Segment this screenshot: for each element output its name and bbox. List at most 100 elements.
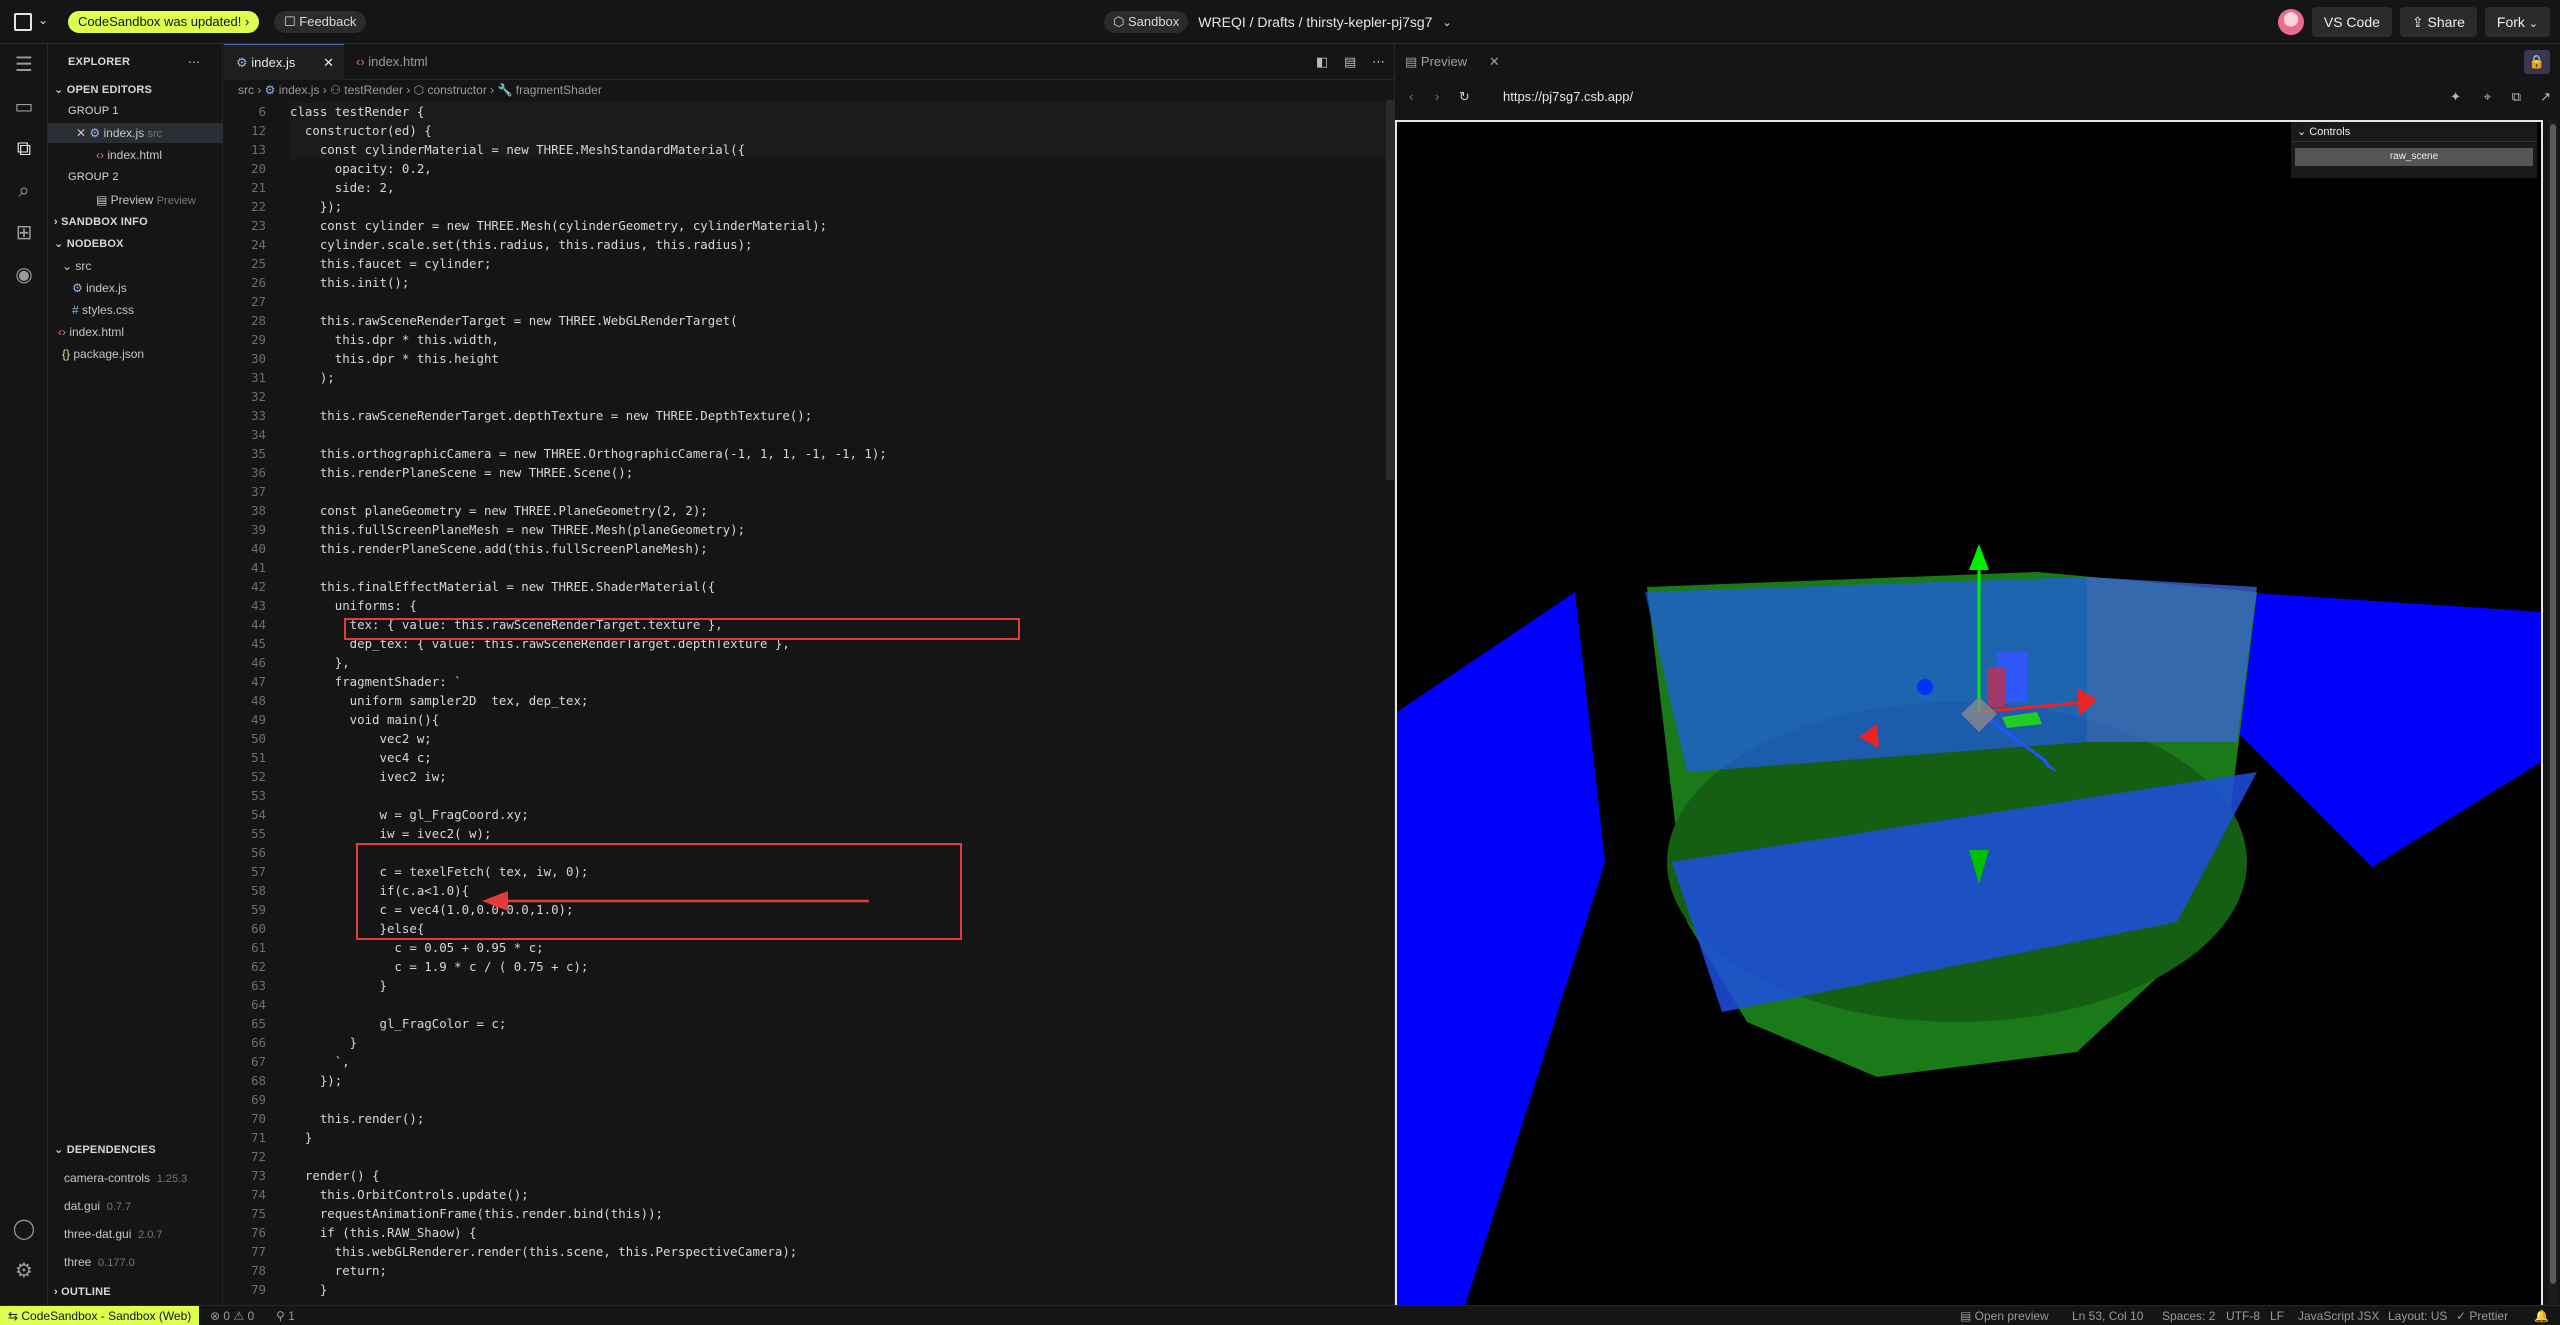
tab-preview[interactable]: ▤ Preview ✕: [1405, 44, 1500, 80]
breadcrumb-item[interactable]: fragmentShader: [516, 83, 602, 97]
code-area[interactable]: 6 class testRender {12 constructor(ed) {1…: [224, 102, 1394, 1305]
code-line[interactable]: vec2 w;: [290, 729, 432, 748]
avatar[interactable]: [2277, 9, 2304, 35]
source-control-icon[interactable]: ▭: [11, 94, 37, 120]
code-line[interactable]: }: [290, 1280, 327, 1299]
bell-icon[interactable]: 🔔: [2534, 1306, 2549, 1325]
code-line[interactable]: this.rawSceneRenderTarget = new THREE.We…: [290, 311, 738, 330]
update-notice-button[interactable]: CodeSandbox was updated! ›: [68, 11, 260, 33]
file-package-json[interactable]: {} package.json: [48, 344, 223, 364]
code-line[interactable]: this.dpr * this.width,: [290, 330, 499, 349]
code-line[interactable]: this.dpr * this.height: [290, 349, 499, 368]
close-icon[interactable]: ✕: [76, 126, 89, 140]
code-line[interactable]: this.render();: [290, 1109, 424, 1128]
account-icon[interactable]: ◯: [11, 1216, 37, 1242]
feedback-button[interactable]: ☐ Feedback: [274, 11, 367, 33]
language-mode[interactable]: JavaScript JSX: [2298, 1306, 2379, 1325]
code-line[interactable]: side: 2,: [290, 178, 395, 197]
preview-vscrollbar[interactable]: [2548, 120, 2558, 1325]
file-index-html[interactable]: ‹› index.html: [48, 322, 223, 342]
code-line[interactable]: c = 0.05 + 0.95 * c;: [290, 938, 543, 957]
code-line[interactable]: }: [290, 1033, 357, 1052]
code-line[interactable]: const cylinder = new THREE.Mesh(cylinder…: [290, 216, 827, 235]
code-line[interactable]: uniform sampler2D tex, dep_tex;: [290, 691, 589, 710]
fork-button[interactable]: Fork ⌄: [2484, 7, 2550, 37]
code-line[interactable]: this.renderPlaneScene.add(this.fullScree…: [290, 539, 708, 558]
code-line[interactable]: gl_FragColor = c;: [290, 1014, 507, 1033]
ports-indicator[interactable]: ⚲ 1: [276, 1306, 295, 1325]
dependency-item[interactable]: dat.gui 0.7.7: [48, 1196, 223, 1216]
code-line[interactable]: );: [290, 368, 335, 387]
gui-controls-header[interactable]: ⌄ Controls: [2291, 122, 2537, 142]
code-line[interactable]: this.fullScreenPlaneMesh = new THREE.Mes…: [290, 520, 745, 539]
code-line[interactable]: }: [290, 976, 387, 995]
code-line[interactable]: render() {: [290, 1166, 380, 1185]
chevron-down-icon[interactable]: ⌄: [1442, 16, 1451, 29]
sandbox-info-section[interactable]: › SANDBOX INFO: [48, 212, 223, 232]
code-line[interactable]: constructor(ed) {: [290, 121, 1390, 140]
keyboard-layout[interactable]: Layout: US: [2388, 1306, 2447, 1325]
prettier-status[interactable]: ✓ Prettier: [2456, 1306, 2508, 1325]
vscode-button[interactable]: VS Code: [2311, 7, 2392, 37]
menu-icon[interactable]: ☰: [11, 52, 37, 78]
code-line[interactable]: this.orthographicCamera = new THREE.Orth…: [290, 444, 887, 463]
open-editor-index-js[interactable]: ✕ ⚙ index.js src: [48, 123, 223, 143]
refresh-icon[interactable]: ↻: [1459, 84, 1470, 110]
breadcrumb-item[interactable]: testRender: [344, 83, 403, 97]
gear-icon[interactable]: ⚙: [11, 1258, 37, 1284]
code-line[interactable]: this.faucet = cylinder;: [290, 254, 492, 273]
outline-section[interactable]: › OUTLINE: [48, 1282, 223, 1302]
code-line[interactable]: this.webGLRenderer.render(this.scene, th…: [290, 1242, 798, 1261]
search-icon[interactable]: ⌕: [11, 178, 37, 204]
file-index-js[interactable]: ⚙ index.js: [48, 278, 223, 298]
code-line[interactable]: void main(){: [290, 710, 440, 729]
open-preview-button[interactable]: ▤ Open preview: [1960, 1306, 2049, 1325]
magic-wand-icon[interactable]: ✦: [2450, 84, 2461, 110]
tab-index-js[interactable]: ⚙ index.js ✕: [224, 44, 344, 80]
line-endings[interactable]: LF: [2270, 1306, 2284, 1325]
nodebox-section[interactable]: ⌄ NODEBOX: [48, 234, 223, 254]
crosshair-icon[interactable]: ⌖: [2484, 84, 2491, 110]
code-line[interactable]: this.rawSceneRenderTarget.depthTexture =…: [290, 406, 812, 425]
code-line[interactable]: return;: [290, 1261, 387, 1280]
folder-src[interactable]: ⌄ src: [48, 256, 223, 276]
code-line[interactable]: w = gl_FragCoord.xy;: [290, 805, 529, 824]
problems-indicator[interactable]: ⊗ 0 ⚠ 0: [210, 1306, 254, 1325]
more-actions-icon[interactable]: ⋯: [1360, 44, 1397, 80]
dependencies-section[interactable]: ⌄ DEPENDENCIES: [48, 1140, 223, 1160]
forward-icon[interactable]: ›: [1435, 84, 1439, 110]
code-line[interactable]: class testRender {: [290, 102, 1390, 121]
encoding[interactable]: UTF-8: [2226, 1306, 2260, 1325]
dependency-item[interactable]: camera-controls 1.25.3: [48, 1168, 223, 1188]
code-line[interactable]: fragmentShader: `: [290, 672, 462, 691]
code-line[interactable]: `,: [290, 1052, 350, 1071]
cursor-position[interactable]: Ln 53, Col 10: [2072, 1306, 2143, 1325]
more-actions-icon[interactable]: ⋯: [188, 52, 218, 72]
new-window-icon[interactable]: ⧉: [2512, 84, 2521, 110]
tab-index-html[interactable]: ‹› index.html: [344, 44, 440, 80]
close-icon[interactable]: ✕: [323, 45, 334, 81]
code-line[interactable]: },: [290, 653, 350, 672]
file-styles-css[interactable]: # styles.css: [48, 300, 223, 320]
chevron-down-icon[interactable]: ⌄: [38, 13, 48, 27]
code-line[interactable]: requestAnimationFrame(this.render.bind(t…: [290, 1204, 663, 1223]
code-line[interactable]: iw = ivec2( w);: [290, 824, 492, 843]
code-line[interactable]: opacity: 0.2,: [290, 159, 432, 178]
code-line[interactable]: }: [290, 1128, 312, 1147]
github-icon[interactable]: ◉: [11, 262, 37, 288]
open-editor-index-html[interactable]: ‹› index.html: [48, 145, 223, 165]
dependency-item[interactable]: three-dat.gui 2.0.7: [48, 1224, 223, 1244]
code-line[interactable]: this.finalEffectMaterial = new THREE.Sha…: [290, 577, 715, 596]
scroll-thumb[interactable]: [2550, 124, 2556, 1284]
breadcrumb-item[interactable]: src: [238, 83, 254, 97]
editor-scrollbar[interactable]: [1386, 100, 1394, 480]
dependency-item[interactable]: three 0.177.0: [48, 1252, 223, 1272]
external-link-icon[interactable]: ↗: [2540, 84, 2551, 110]
codesandbox-logo-icon[interactable]: [14, 13, 32, 31]
code-line[interactable]: uniforms: {: [290, 596, 417, 615]
breadcrumb-item[interactable]: constructor: [427, 83, 486, 97]
code-line[interactable]: vec4 c;: [290, 748, 432, 767]
code-line[interactable]: const planeGeometry = new THREE.PlaneGeo…: [290, 501, 708, 520]
raw-scene-button[interactable]: raw_scene: [2295, 148, 2533, 166]
open-editor-preview[interactable]: ▤ Preview Preview: [48, 190, 223, 210]
